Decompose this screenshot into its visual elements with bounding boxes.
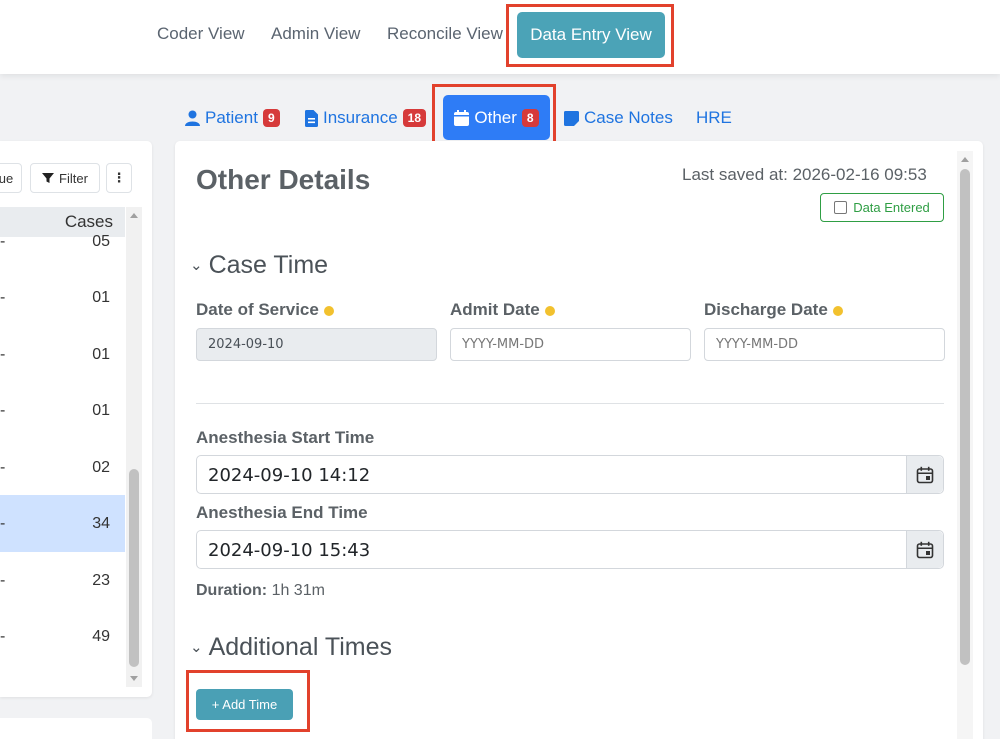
main-scrollbar-thumb[interactable] xyxy=(960,169,970,665)
admit-date-label: Admit Date xyxy=(450,300,555,320)
case-row[interactable]: - 01 xyxy=(0,346,125,402)
row-dash: - xyxy=(0,289,6,306)
required-dot-icon xyxy=(832,305,843,316)
row-dash: - xyxy=(0,459,6,476)
case-time-section-header[interactable]: ⌄ Case Time xyxy=(190,251,328,280)
tab-patient-badge: 9 xyxy=(262,109,280,127)
tab-hre[interactable]: HRE xyxy=(696,108,732,128)
row-dash: - xyxy=(0,402,6,419)
required-dot-icon xyxy=(323,305,334,316)
data-entered-label: Data Entered xyxy=(853,200,930,215)
date-of-service-field: 2024-09-10 xyxy=(196,328,437,361)
top-nav: Coder View Admin View Reconcile View Dat… xyxy=(0,0,1000,74)
case-row[interactable]: - 05 xyxy=(0,233,125,289)
person-icon xyxy=(185,110,200,126)
row-count: 34 xyxy=(92,515,110,532)
tab-case-notes[interactable]: Case Notes xyxy=(564,108,673,128)
row-count: 01 xyxy=(92,346,110,363)
row-dash: - xyxy=(0,515,6,532)
main-scrollbar[interactable] xyxy=(957,151,973,739)
case-row[interactable]: - 23 xyxy=(0,572,125,628)
anesthesia-end-label: Anesthesia End Time xyxy=(196,503,368,522)
row-count: 49 xyxy=(92,628,110,645)
row-count: 02 xyxy=(92,459,110,476)
required-dot-icon xyxy=(544,305,555,316)
queue-button-label: ue xyxy=(0,170,14,186)
page-title: Other Details xyxy=(196,164,371,195)
tab-patient[interactable]: Patient 9 xyxy=(185,108,280,128)
calendar-icon xyxy=(916,466,934,483)
case-row[interactable]: - 49 xyxy=(0,628,125,684)
section-divider xyxy=(196,403,944,404)
case-row[interactable]: - 01 xyxy=(0,402,125,458)
filter-icon xyxy=(42,173,55,183)
tab-insurance[interactable]: Insurance 18 xyxy=(305,108,427,128)
row-dash: - xyxy=(0,233,6,250)
left-bottom-panel xyxy=(0,718,152,739)
tab-insurance-label: Insurance xyxy=(323,108,398,127)
note-icon xyxy=(564,110,579,126)
row-dash: - xyxy=(0,628,6,645)
cases-header-label: Cases xyxy=(64,212,113,231)
list-scrollbar[interactable] xyxy=(126,207,142,687)
anesthesia-end-value: 2024-09-10 15:43 xyxy=(208,540,371,561)
date-of-service-label-text: Date of Service xyxy=(196,300,319,319)
anesthesia-start-value: 2024-09-10 14:12 xyxy=(208,465,371,486)
scroll-down-icon[interactable] xyxy=(126,673,142,685)
tab-case-notes-label: Case Notes xyxy=(584,108,673,127)
discharge-date-label: Discharge Date xyxy=(704,300,843,320)
highlight-box-add-time xyxy=(186,670,310,732)
nav-coder-view[interactable]: Coder View xyxy=(157,24,245,44)
row-count: 05 xyxy=(92,233,110,250)
discharge-date-field[interactable]: YYYY-MM-DD xyxy=(704,328,945,361)
anesthesia-end-calendar-button[interactable] xyxy=(906,531,943,568)
row-dash: - xyxy=(0,572,6,589)
anesthesia-start-label: Anesthesia Start Time xyxy=(196,428,375,447)
chevron-down-icon: ⌄ xyxy=(190,257,203,274)
additional-times-section-header[interactable]: ⌄ Additional Times xyxy=(190,633,392,662)
filter-label: Filter xyxy=(59,170,88,186)
additional-times-heading: Additional Times xyxy=(208,633,393,661)
row-dash: - xyxy=(0,346,6,363)
kebab-icon: ⋮ xyxy=(112,170,126,185)
filter-button[interactable]: Filter xyxy=(30,163,100,193)
more-options-button[interactable]: ⋮ xyxy=(106,163,132,193)
duration-text: Duration: 1h 31m xyxy=(196,582,325,600)
row-count: 01 xyxy=(92,402,110,419)
anesthesia-end-field[interactable]: 2024-09-10 15:43 xyxy=(196,530,944,569)
row-count: 23 xyxy=(92,572,110,589)
calendar-icon xyxy=(916,541,934,558)
row-count: 01 xyxy=(92,289,110,306)
case-row[interactable]: - 01 xyxy=(0,289,125,345)
tab-insurance-badge: 18 xyxy=(402,109,427,127)
chevron-down-icon: ⌄ xyxy=(190,639,203,656)
highlight-box-data-entry xyxy=(506,4,674,67)
tab-patient-label: Patient xyxy=(205,108,258,127)
main-scroll-up-icon[interactable] xyxy=(957,153,973,165)
anesthesia-start-calendar-button[interactable] xyxy=(906,456,943,493)
date-of-service-label: Date of Service xyxy=(196,300,334,320)
highlight-box-other-tab xyxy=(432,84,556,148)
case-list-panel: ue Filter ⋮ Cases - 05 - 01 - 01 - 01 - 02 - 3… xyxy=(0,141,152,697)
duration-value: 1h 31m xyxy=(271,582,325,599)
scroll-up-icon[interactable] xyxy=(126,209,142,221)
tab-hre-label: HRE xyxy=(696,108,732,127)
last-saved-text: Last saved at: 2026-02-16 09:53 xyxy=(682,165,927,184)
data-entered-checkbox[interactable] xyxy=(834,201,848,214)
admit-date-field[interactable]: YYYY-MM-DD xyxy=(450,328,691,361)
case-time-heading: Case Time xyxy=(208,251,329,279)
admit-date-label-text: Admit Date xyxy=(450,300,540,319)
duration-label: Duration: xyxy=(196,582,268,599)
list-scrollbar-thumb[interactable] xyxy=(129,469,139,667)
nav-admin-view[interactable]: Admin View xyxy=(271,24,360,44)
nav-reconcile-view[interactable]: Reconcile View xyxy=(387,24,503,44)
data-entered-toggle[interactable]: Data Entered xyxy=(820,193,944,222)
anesthesia-start-field[interactable]: 2024-09-10 14:12 xyxy=(196,455,944,494)
queue-button[interactable]: ue xyxy=(0,163,22,193)
case-row-selected[interactable]: - 34 xyxy=(0,495,125,552)
discharge-date-label-text: Discharge Date xyxy=(704,300,828,319)
document-icon xyxy=(305,109,318,127)
